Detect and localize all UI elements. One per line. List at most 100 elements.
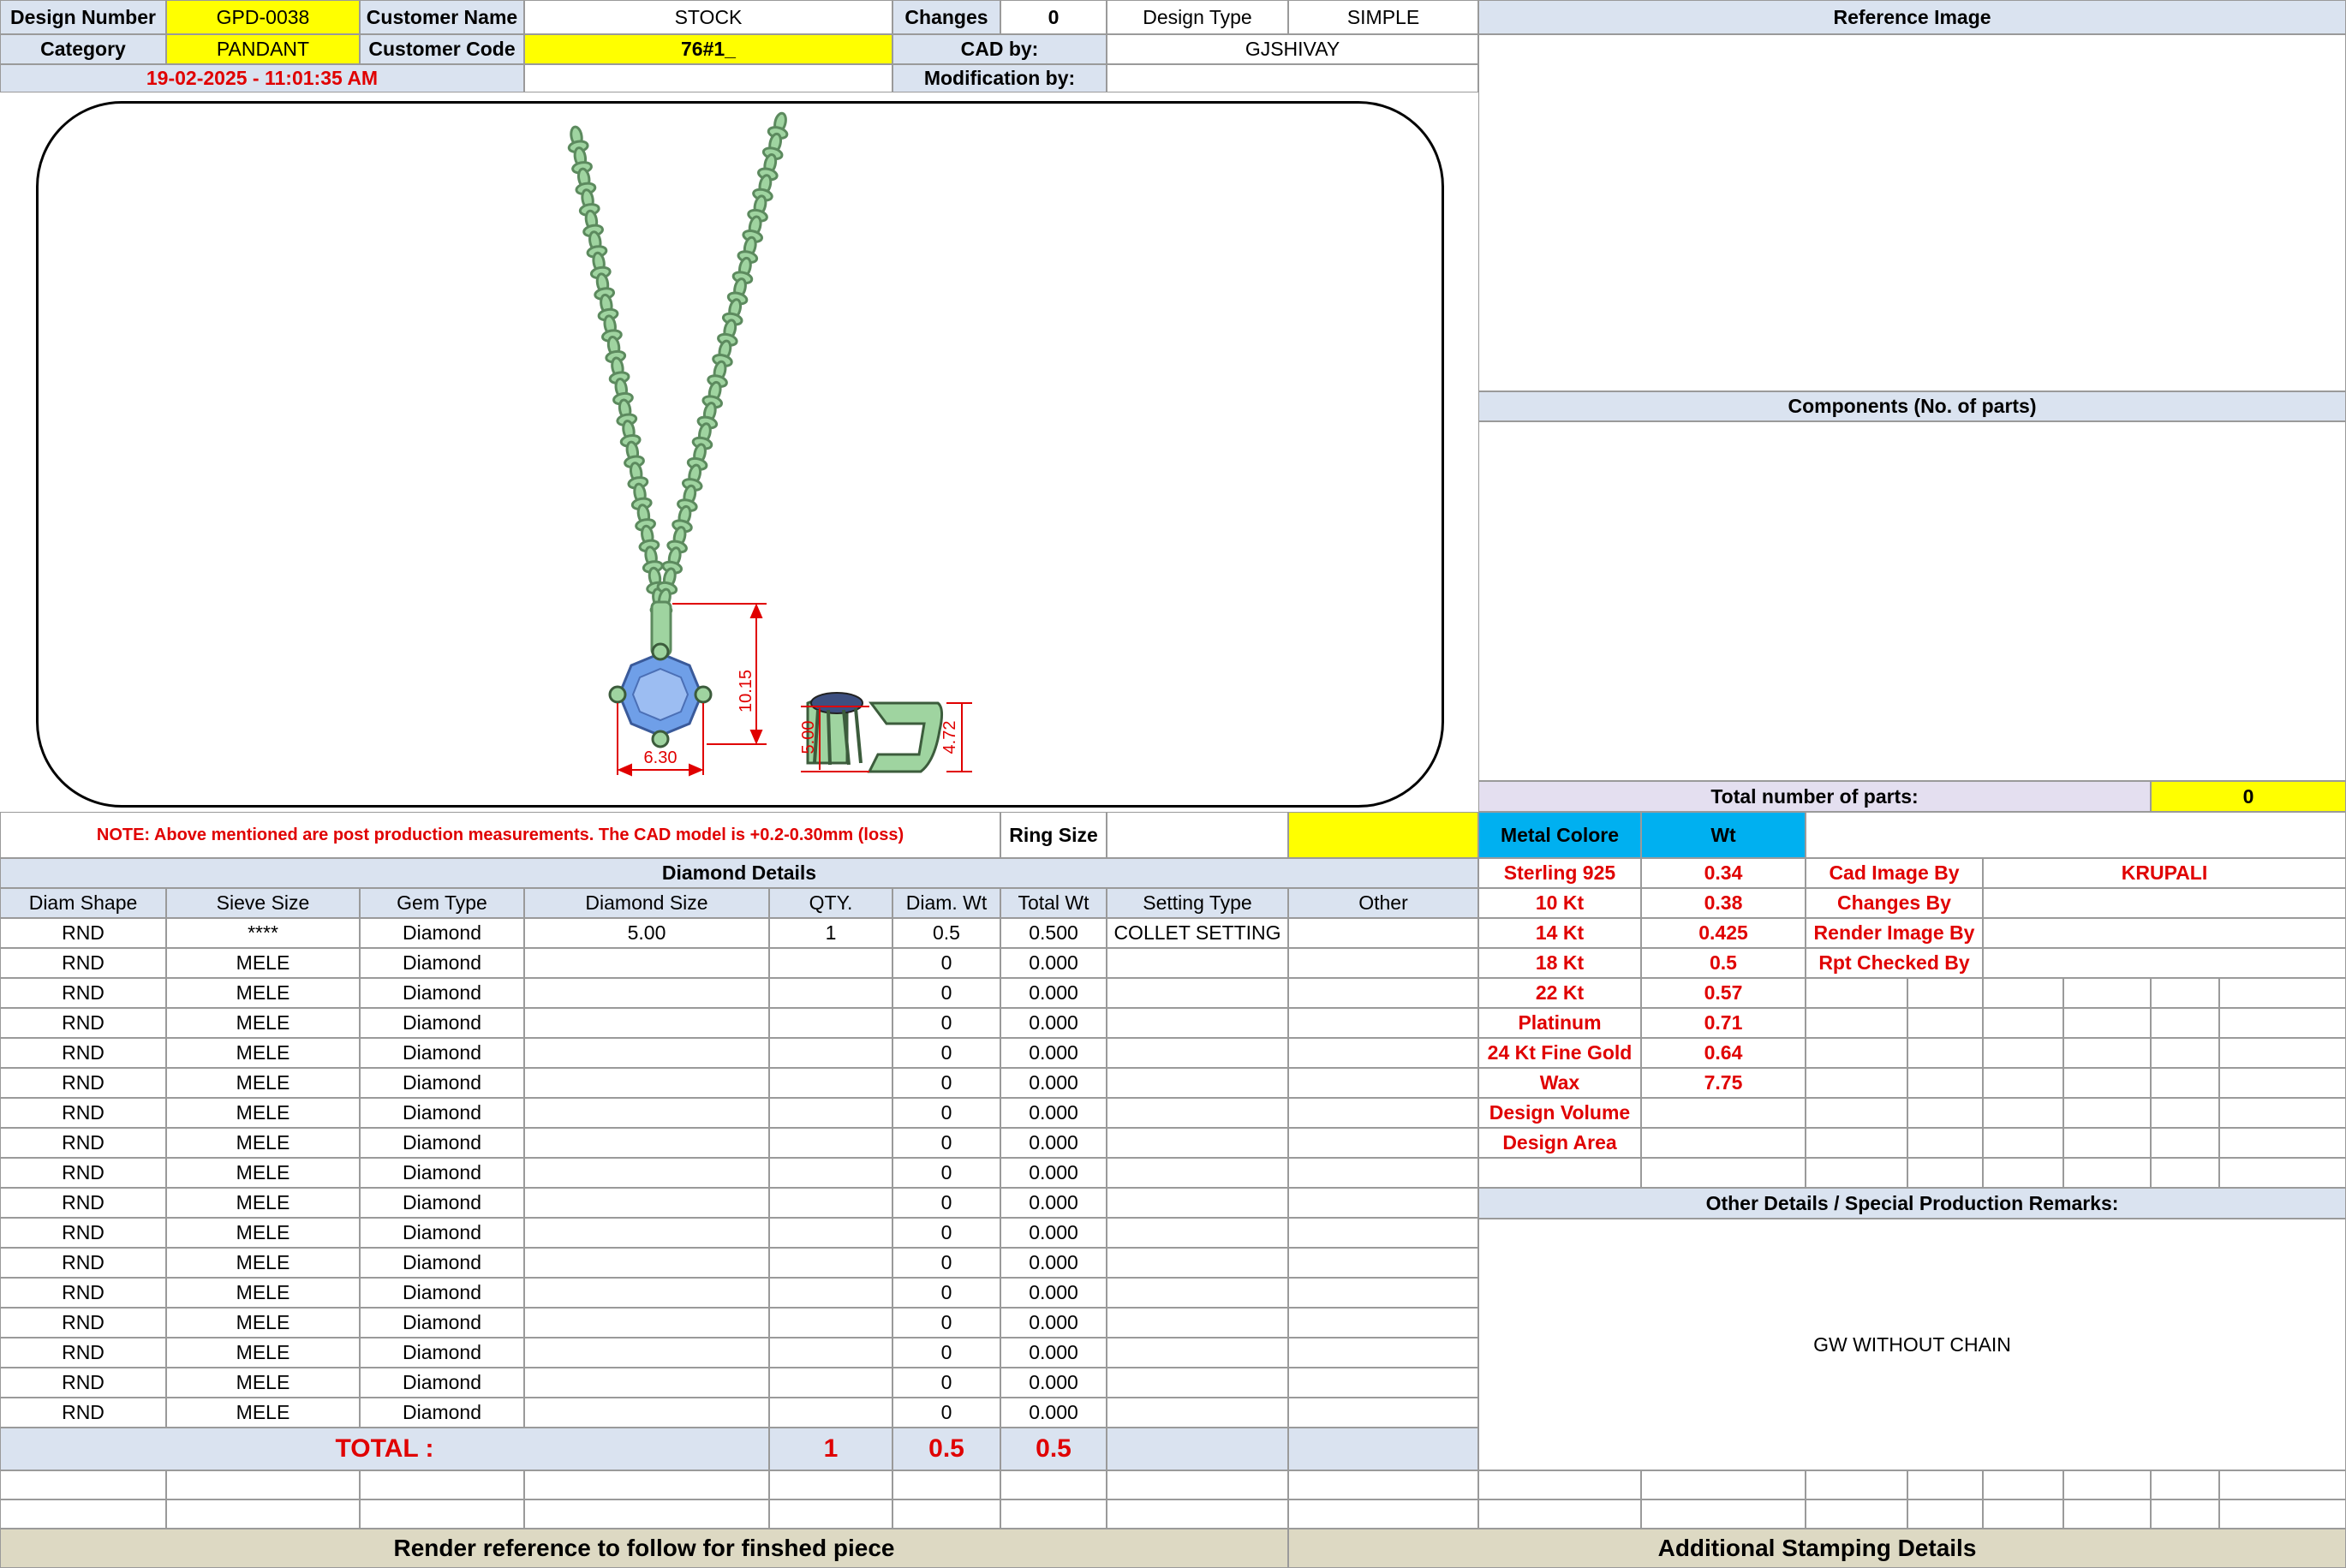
table-cell-setting-type[interactable] [1107, 1218, 1288, 1248]
table-cell-diamond-size[interactable] [524, 1338, 769, 1368]
credit-value[interactable] [1983, 948, 2346, 978]
table-cell-diamond-size[interactable] [524, 1158, 769, 1188]
table-cell-sieve-size[interactable]: MELE [166, 1038, 360, 1068]
table-cell-diam-shape[interactable]: RND [0, 1098, 166, 1128]
table-cell-gem-type[interactable]: Diamond [360, 1338, 524, 1368]
table-cell-sieve-size[interactable]: MELE [166, 1398, 360, 1428]
table-cell-diam-wt[interactable]: 0 [892, 948, 1000, 978]
table-cell-sieve-size[interactable]: MELE [166, 1338, 360, 1368]
blank-cell[interactable] [1000, 1470, 1107, 1499]
table-cell-diam-wt[interactable]: 0 [892, 1158, 1000, 1188]
table-cell-diamond-size[interactable] [524, 1188, 769, 1218]
table-cell-qty[interactable] [769, 1128, 892, 1158]
grid-cell[interactable] [2219, 1128, 2346, 1158]
blank-cell[interactable] [1907, 1499, 1983, 1529]
table-cell-sieve-size[interactable]: MELE [166, 978, 360, 1008]
table-cell-sieve-size[interactable]: **** [166, 918, 360, 948]
table-cell-other[interactable] [1288, 948, 1478, 978]
blank-cell[interactable] [524, 1470, 769, 1499]
table-cell-qty[interactable]: 1 [769, 918, 892, 948]
blank-cell[interactable] [2151, 1499, 2219, 1529]
table-cell-gem-type[interactable]: Diamond [360, 1308, 524, 1338]
table-cell-diam-wt[interactable]: 0 [892, 1248, 1000, 1278]
table-cell-total-wt[interactable]: 0.000 [1000, 1158, 1107, 1188]
table-cell-diam-wt[interactable]: 0 [892, 1398, 1000, 1428]
grid-cell[interactable] [2063, 1068, 2151, 1098]
table-cell-other[interactable] [1288, 1308, 1478, 1338]
table-cell-diam-wt[interactable]: 0 [892, 1218, 1000, 1248]
table-cell-sieve-size[interactable]: MELE [166, 1308, 360, 1338]
table-cell-setting-type[interactable] [1107, 1098, 1288, 1128]
table-cell-setting-type[interactable] [1107, 1248, 1288, 1278]
table-cell-other[interactable] [1288, 1188, 1478, 1218]
table-cell-diamond-size[interactable] [524, 1278, 769, 1308]
blank-cell[interactable] [2151, 1470, 2219, 1499]
blank-cell[interactable] [1288, 1470, 1478, 1499]
table-cell-other[interactable] [1288, 1398, 1478, 1428]
table-cell-sieve-size[interactable]: MELE [166, 1128, 360, 1158]
customer-code-value[interactable]: 76#1_ [524, 34, 892, 64]
table-cell-setting-type[interactable] [1107, 1338, 1288, 1368]
table-cell-diamond-size[interactable] [524, 1218, 769, 1248]
grid-cell[interactable] [1907, 1158, 1983, 1188]
grid-cell[interactable] [2063, 1098, 2151, 1128]
table-cell-qty[interactable] [769, 1068, 892, 1098]
blank-cell[interactable] [1983, 1499, 2063, 1529]
table-cell-gem-type[interactable]: Diamond [360, 1068, 524, 1098]
table-cell-diam-shape[interactable]: RND [0, 1188, 166, 1218]
blank-cell[interactable] [166, 1499, 360, 1529]
grid-cell[interactable] [1907, 1038, 1983, 1068]
grid-cell[interactable] [1907, 1128, 1983, 1158]
blank-cell[interactable] [360, 1470, 524, 1499]
grid-cell[interactable] [2151, 1098, 2219, 1128]
table-cell-qty[interactable] [769, 978, 892, 1008]
table-cell-setting-type[interactable] [1107, 1398, 1288, 1428]
grid-cell[interactable] [2063, 1008, 2151, 1038]
table-cell-qty[interactable] [769, 1098, 892, 1128]
table-cell-gem-type[interactable]: Diamond [360, 918, 524, 948]
grid-cell[interactable] [1907, 1008, 1983, 1038]
table-cell-qty[interactable] [769, 1398, 892, 1428]
grid-cell[interactable] [2151, 1128, 2219, 1158]
table-cell-qty[interactable] [769, 1308, 892, 1338]
metal-weight[interactable]: 0.57 [1641, 978, 1806, 1008]
blank-cell[interactable] [1107, 1499, 1288, 1529]
table-cell-diam-shape[interactable]: RND [0, 978, 166, 1008]
credit-value[interactable]: KRUPALI [1983, 858, 2346, 888]
table-cell-total-wt[interactable]: 0.000 [1000, 1128, 1107, 1158]
credit-value[interactable] [1983, 888, 2346, 918]
table-cell-qty[interactable] [769, 1038, 892, 1068]
table-cell-other[interactable] [1288, 1368, 1478, 1398]
table-cell-setting-type[interactable] [1107, 1068, 1288, 1098]
table-cell-diam-shape[interactable]: RND [0, 1128, 166, 1158]
metal-weight[interactable]: 7.75 [1641, 1068, 1806, 1098]
table-cell-gem-type[interactable]: Diamond [360, 1098, 524, 1128]
grid-cell[interactable] [1806, 1038, 1907, 1068]
table-cell-diam-wt[interactable]: 0 [892, 1278, 1000, 1308]
blank-cell[interactable] [1478, 1470, 1641, 1499]
table-cell-diam-shape[interactable]: RND [0, 1158, 166, 1188]
remarks[interactable]: GW WITHOUT CHAIN [1478, 1219, 2346, 1470]
table-cell-qty[interactable] [769, 1188, 892, 1218]
metal-weight[interactable]: 0.5 [1641, 948, 1806, 978]
ring-size-highlight[interactable] [1288, 812, 1478, 858]
table-cell-setting-type[interactable] [1107, 1308, 1288, 1338]
table-cell-setting-type[interactable] [1107, 1008, 1288, 1038]
table-cell-sieve-size[interactable]: MELE [166, 1068, 360, 1098]
blank-cell[interactable] [524, 1499, 769, 1529]
table-cell-total-wt[interactable]: 0.000 [1000, 1008, 1107, 1038]
grid-cell[interactable] [2063, 1158, 2151, 1188]
table-cell-sieve-size[interactable]: MELE [166, 1278, 360, 1308]
grid-cell[interactable] [1907, 978, 1983, 1008]
metal-weight[interactable]: 0.71 [1641, 1008, 1806, 1038]
table-cell-setting-type[interactable] [1107, 1188, 1288, 1218]
table-cell-total-wt[interactable]: 0.000 [1000, 1398, 1107, 1428]
grid-cell[interactable] [1806, 1098, 1907, 1128]
grid-cell[interactable] [2151, 1158, 2219, 1188]
table-cell-total-wt[interactable]: 0.000 [1000, 1188, 1107, 1218]
table-cell-other[interactable] [1288, 1248, 1478, 1278]
table-cell-total-wt[interactable]: 0.000 [1000, 948, 1107, 978]
table-cell-gem-type[interactable]: Diamond [360, 978, 524, 1008]
grid-cell[interactable] [2151, 1068, 2219, 1098]
table-cell-total-wt[interactable]: 0.000 [1000, 978, 1107, 1008]
